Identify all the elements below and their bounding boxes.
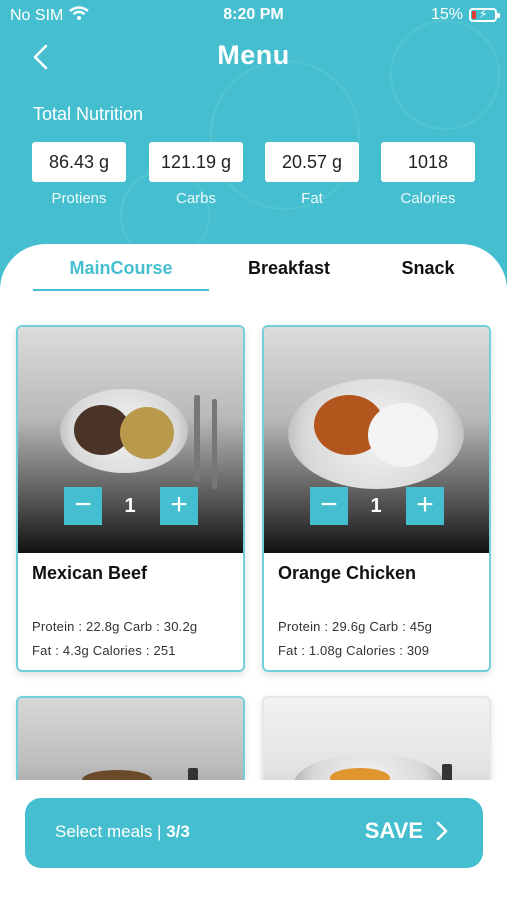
page-title: Menu: [217, 40, 290, 70]
status-right: 15% ⚡: [430, 6, 500, 24]
rice-portion: [368, 403, 438, 467]
meal-name: Mexican Beef: [32, 563, 148, 583]
status-bar: No SIM 8:20 PM 15% ⚡: [0, 0, 507, 32]
increase-button[interactable]: +: [406, 487, 444, 525]
meal-info-line2: Fat : 1.08g Calories : 309: [278, 643, 430, 658]
quantity-value: 1: [370, 495, 382, 517]
save-label: SAVE: [364, 818, 423, 843]
chevron-right-icon: [436, 821, 448, 841]
meal-info-line2: Fat : 4.3g Calories : 251: [32, 643, 176, 658]
protein-value-box: 86.43 g: [32, 142, 126, 182]
meal-info-line1: Protein : 22.8g Carb : 30.2g: [32, 619, 198, 634]
plus-icon: +: [416, 488, 434, 521]
decrease-button[interactable]: −: [310, 487, 348, 525]
minus-icon: −: [320, 488, 338, 521]
quantity-value: 1: [124, 495, 136, 517]
fat-value-box: 20.57 g: [265, 142, 359, 182]
quantity-stepper: − 1 +: [264, 487, 489, 527]
increase-button[interactable]: +: [160, 487, 198, 525]
active-tab-indicator: [33, 289, 209, 291]
select-meals-text: Select meals |: [55, 822, 167, 841]
battery-icon: ⚡: [469, 7, 500, 22]
save-button[interactable]: Select meals | 3/3 SAVE: [25, 798, 483, 868]
tab-maincourse[interactable]: MainCourse: [33, 258, 209, 279]
meal-name: Orange Chicken: [278, 563, 417, 583]
decorative-circle: [210, 60, 360, 210]
fork: [212, 399, 217, 489]
calories-value-box: 1018: [381, 142, 475, 182]
protein-label: Protiens: [51, 190, 107, 207]
meal-card-orange-chicken[interactable]: − 1 + Orange Chicken Protein : 29.6g Car…: [262, 325, 491, 672]
knife: [194, 395, 200, 481]
meal-info-line1: Protein : 29.6g Carb : 45g: [278, 619, 433, 634]
decrease-button[interactable]: −: [64, 487, 102, 525]
carbs-label: Carbs: [175, 190, 216, 207]
calories-label: Calories: [400, 190, 456, 207]
battery-percent: 15%: [430, 6, 463, 23]
tab-snack[interactable]: Snack: [380, 258, 476, 279]
rice-portion: [120, 407, 174, 459]
select-meals-count: 3/3: [166, 822, 190, 841]
minus-icon: −: [74, 488, 92, 521]
select-meals-label: Select meals | 3/3: [55, 822, 190, 842]
nutrition-heading: Total Nutrition: [33, 104, 144, 124]
meal-card-mexican-beef[interactable]: − 1 + Mexican Beef Protein : 22.8g Carb …: [16, 325, 245, 672]
fat-label: Fat: [301, 190, 323, 207]
decorative-circle: [390, 20, 500, 130]
carbs-value-box: 121.19 g: [149, 142, 243, 182]
tab-breakfast[interactable]: Breakfast: [230, 258, 348, 279]
quantity-stepper: − 1 +: [18, 487, 243, 527]
save-label-group: SAVE: [365, 818, 449, 844]
plus-icon: +: [170, 488, 188, 521]
